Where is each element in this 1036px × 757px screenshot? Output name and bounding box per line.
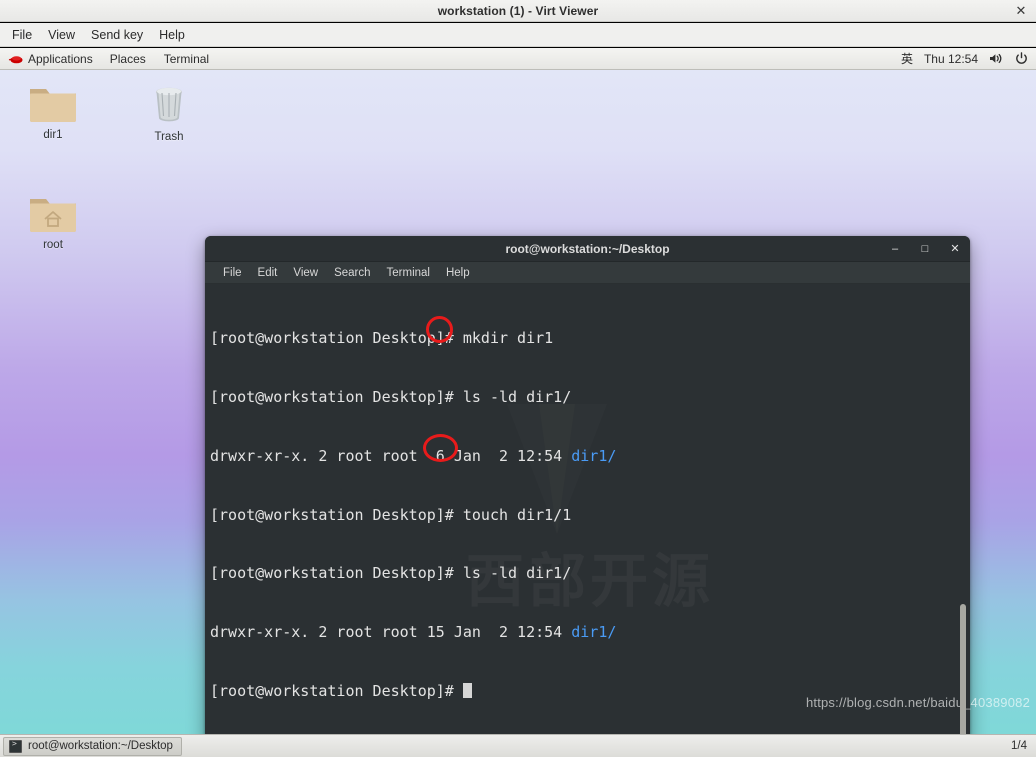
desktop-icon-label: dir1 xyxy=(43,129,63,141)
clock[interactable]: Thu 12:54 xyxy=(924,52,978,66)
terminal-dir-name: dir1/ xyxy=(571,446,617,465)
terminal-menu-file[interactable]: File xyxy=(215,266,250,280)
terminal-line: drwxr-xr-x. 2 root root 6 Jan 2 12:54 di… xyxy=(210,447,970,467)
applications-menu[interactable]: Applications xyxy=(4,51,101,67)
terminal-cursor xyxy=(462,682,472,698)
maximize-icon[interactable]: □ xyxy=(918,242,932,256)
trash-icon xyxy=(146,80,192,126)
places-menu[interactable]: Places xyxy=(101,51,155,67)
terminal-line: [root@workstation Desktop]# ls -ld dir1/ xyxy=(210,388,970,408)
terminal-menu-search[interactable]: Search xyxy=(326,266,378,280)
close-icon[interactable]: ✕ xyxy=(948,242,962,256)
taskbar-window-button[interactable]: root@workstation:~/Desktop xyxy=(3,736,182,756)
terminal-output-text: drwxr-xr-x. 2 root root 6 Jan 2 12:54 xyxy=(210,446,572,465)
screen: workstation (1) - Virt Viewer ✕ File Vie… xyxy=(0,0,1036,757)
terminal-menu-help[interactable]: Help xyxy=(438,266,478,280)
terminal-line: [root@workstation Desktop]# xyxy=(210,682,970,702)
desktop-icon-root[interactable]: root xyxy=(10,192,96,251)
taskbar-window-label: root@workstation:~/Desktop xyxy=(28,740,173,752)
desktop-icon-trash[interactable]: Trash xyxy=(126,80,212,143)
input-method-indicator[interactable]: 英 xyxy=(901,50,913,67)
terminal-command: ls -ld dir1/ xyxy=(462,564,572,583)
terminal-menu-view[interactable]: View xyxy=(285,266,326,280)
terminal-window: root@workstation:~/Desktop – □ ✕ File Ed… xyxy=(205,236,970,734)
virt-viewer-menubar: File View Send key Help xyxy=(0,23,1036,47)
power-icon[interactable] xyxy=(1015,52,1028,65)
terminal-scrollbar[interactable] xyxy=(959,284,967,734)
terminal-command: touch dir1/1 xyxy=(462,505,572,524)
terminal-dir-name: dir1/ xyxy=(571,623,617,642)
terminal-line: [root@workstation Desktop]# touch dir1/1 xyxy=(210,506,970,526)
close-icon[interactable]: ✕ xyxy=(1013,3,1029,19)
home-folder-icon xyxy=(28,192,78,234)
folder-icon xyxy=(28,82,78,124)
redhat-icon xyxy=(8,52,23,65)
terminal-prompt: [root@workstation Desktop]# xyxy=(210,681,463,700)
workspace-indicator[interactable]: 1/4 xyxy=(1011,740,1036,752)
terminal-output: [root@workstation Desktop]# mkdir dir1 [… xyxy=(207,290,970,734)
bottom-taskbar: root@workstation:~/Desktop 1/4 xyxy=(0,734,1036,757)
panel-right-group: 英 Thu 12:54 xyxy=(901,50,1036,67)
menu-item-file[interactable]: File xyxy=(4,26,40,44)
terminal-prompt: [root@workstation Desktop]# xyxy=(210,564,463,583)
terminal-body[interactable]: 西部开源 [root@workstation Desktop]# mkdir d… xyxy=(205,284,970,734)
terminal-command: ls -ld dir1/ xyxy=(462,387,572,406)
terminal-output-text: drwxr-xr-x. 2 root root 15 Jan 2 12:54 xyxy=(210,623,572,642)
terminal-menu-terminal[interactable]: Terminal xyxy=(379,266,438,280)
terminal-prompt: [root@workstation Desktop]# xyxy=(210,505,463,524)
terminal-window-buttons: – □ ✕ xyxy=(888,236,962,262)
desktop-icon-label: root xyxy=(43,239,63,251)
terminal-menu-edit[interactable]: Edit xyxy=(250,266,286,280)
gnome-top-panel: Applications Places Terminal 英 Thu 12:54 xyxy=(0,48,1036,70)
volume-icon[interactable] xyxy=(989,52,1004,65)
terminal-title: root@workstation:~/Desktop xyxy=(505,241,670,256)
terminal-prompt: [root@workstation Desktop]# xyxy=(210,387,463,406)
panel-left-group: Applications Places Terminal xyxy=(0,51,218,67)
terminal-prompt: [root@workstation Desktop]# xyxy=(210,329,463,348)
terminal-command: mkdir dir1 xyxy=(462,329,554,348)
desktop: 西部开源 dir1 xyxy=(0,70,1036,734)
desktop-icon-label: Trash xyxy=(154,131,184,143)
terminal-titlebar[interactable]: root@workstation:~/Desktop – □ ✕ xyxy=(205,236,970,262)
terminal-line: [root@workstation Desktop]# mkdir dir1 xyxy=(210,329,970,349)
menu-item-view[interactable]: View xyxy=(40,26,83,44)
terminal-line: [root@workstation Desktop]# ls -ld dir1/ xyxy=(210,564,970,584)
terminal-line: drwxr-xr-x. 2 root root 15 Jan 2 12:54 d… xyxy=(210,623,970,643)
terminal-menu[interactable]: Terminal xyxy=(155,51,218,67)
terminal-menubar: File Edit View Search Terminal Help xyxy=(205,262,970,284)
desktop-icon-dir1[interactable]: dir1 xyxy=(10,82,96,141)
terminal-icon xyxy=(9,739,22,753)
scrollbar-thumb[interactable] xyxy=(960,604,966,734)
menu-item-send-key[interactable]: Send key xyxy=(83,26,151,44)
menu-item-help[interactable]: Help xyxy=(151,26,193,44)
virt-viewer-title: workstation (1) - Virt Viewer xyxy=(437,3,599,18)
virt-viewer-titlebar: workstation (1) - Virt Viewer ✕ xyxy=(0,0,1036,22)
applications-label: Applications xyxy=(28,51,93,66)
minimize-icon[interactable]: – xyxy=(888,242,902,256)
